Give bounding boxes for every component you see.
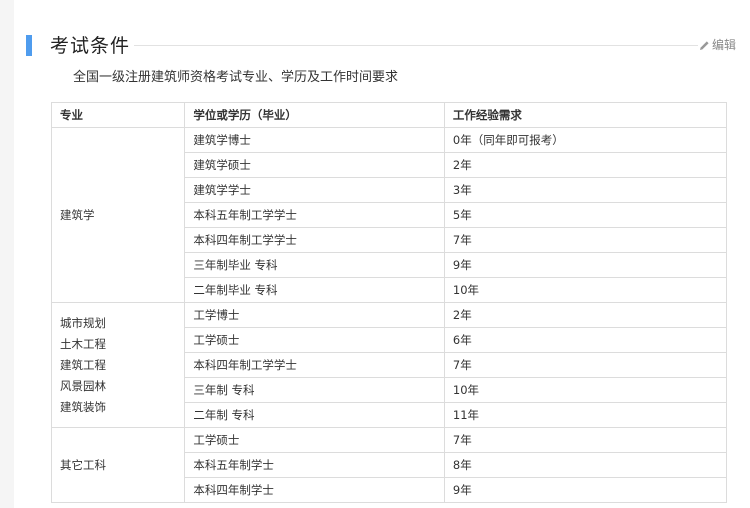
degree-cell: 工学硕士 [184, 327, 445, 353]
major-cell: 建筑学 [50, 127, 186, 303]
major-name: 风景园林 [60, 378, 106, 393]
degree-cell: 三年制 专科 [184, 377, 445, 403]
experience-cell: 0年（同年即可报考） [443, 127, 728, 153]
degree-cell: 工学博士 [184, 302, 445, 328]
section-title: 考试条件 [50, 35, 131, 57]
table-row: 其它工科 工学硕士 7年 [50, 427, 728, 503]
major-name: 建筑工程 [60, 357, 106, 372]
header-degree: 学位或学历（毕业） [184, 102, 445, 128]
header-major: 专业 [50, 102, 186, 128]
major-cell: 城市规划土木工程建筑工程风景园林建筑装饰 [50, 302, 186, 428]
experience-cell: 2年 [443, 152, 728, 178]
major-name: 建筑学 [60, 207, 95, 222]
table-row: 城市规划 土木工程 建筑工程 风景园林 建筑装饰 工学博士 2年 [50, 302, 728, 428]
degree-cell: 本科四年制工学学士 [184, 352, 445, 378]
table-header-row: 专业 学位或学历（毕业） 工作经验需求 [50, 102, 728, 128]
experience-cell: 3年 [443, 177, 728, 203]
degree-cell: 建筑学博士 [184, 127, 445, 153]
pencil-icon [699, 40, 709, 50]
degree-cell: 建筑学学士 [184, 177, 445, 203]
degree-cell: 二年制毕业 专科 [184, 277, 445, 303]
degree-cell: 本科五年制工学学士 [184, 202, 445, 228]
experience-cell: 9年 [443, 252, 728, 278]
major-name: 其它工科 [60, 457, 106, 472]
section-intro: 全国一级注册建筑师资格考试专业、学历及工作时间要求 [73, 70, 399, 85]
degree-cell: 建筑学硕士 [184, 152, 445, 178]
major-name: 城市规划 [60, 315, 106, 330]
experience-cell: 7年 [443, 427, 728, 453]
experience-cell: 10年 [443, 377, 728, 403]
section-marker [26, 35, 32, 56]
degree-cell: 工学硕士 [184, 427, 445, 453]
experience-cell: 6年 [443, 327, 728, 353]
experience-cell: 8年 [443, 452, 728, 478]
experience-cell: 2年 [443, 302, 728, 328]
experience-cell: 7年 [443, 227, 728, 253]
degree-cell: 二年制 专科 [184, 402, 445, 428]
experience-cell: 7年 [443, 352, 728, 378]
table-row: 建筑学 建筑学博士 0年（同年即可报考） [50, 127, 728, 303]
major-cell: 其它工科 [50, 427, 186, 503]
degree-cell: 本科四年制工学学士 [184, 227, 445, 253]
experience-cell: 5年 [443, 202, 728, 228]
requirements-table: 专业 学位或学历（毕业） 工作经验需求 建筑学 建筑学博士 0年（同年即可报考） 建筑… [50, 102, 728, 503]
experience-cell: 10年 [443, 277, 728, 303]
section-divider [134, 45, 698, 46]
header-experience: 工作经验需求 [443, 102, 728, 128]
edit-label: 编辑 [711, 38, 736, 52]
degree-cell: 本科五年制学士 [184, 452, 445, 478]
edit-button[interactable]: 编辑 [699, 37, 736, 53]
experience-cell: 9年 [443, 477, 728, 503]
degree-cell: 三年制毕业 专科 [184, 252, 445, 278]
experience-cell: 11年 [443, 402, 728, 428]
major-name: 土木工程 [60, 336, 106, 351]
degree-cell: 本科四年制学士 [184, 477, 445, 503]
major-name: 建筑装饰 [60, 399, 106, 414]
